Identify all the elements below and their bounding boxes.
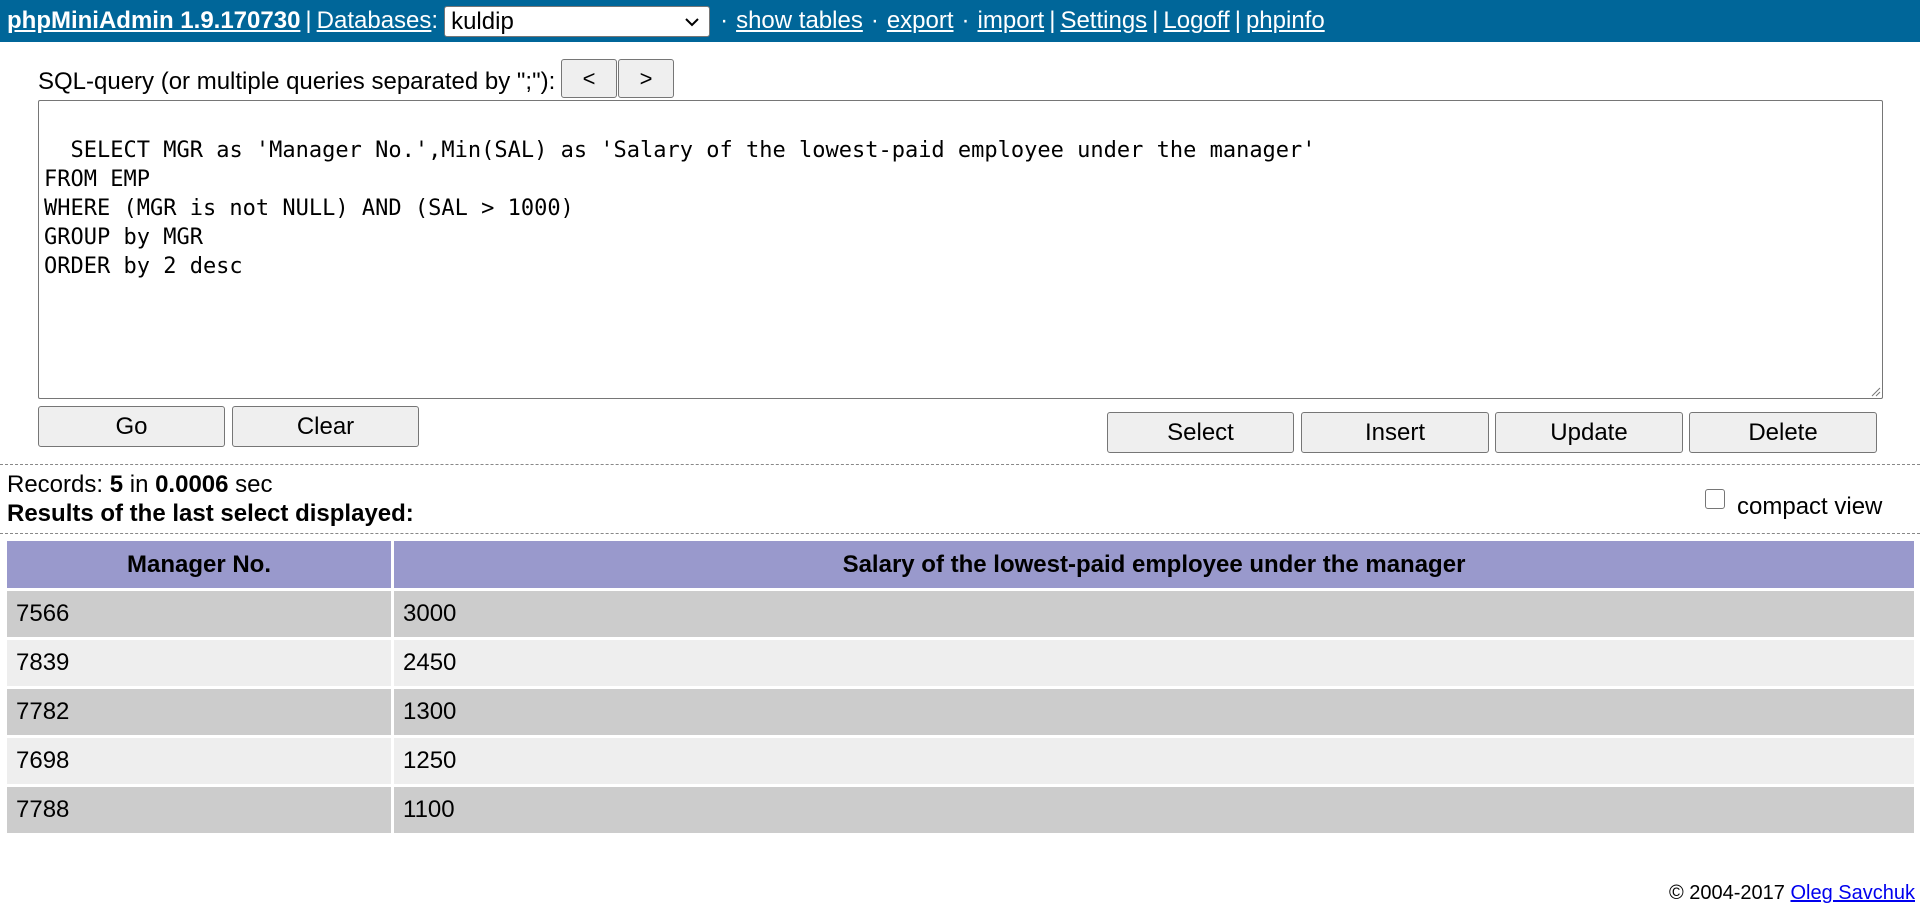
compact-view-toggle[interactable]: compact view	[1705, 477, 1882, 521]
top-nav-bar: phpMiniAdmin 1.9.170730 | Databases : ku…	[0, 0, 1920, 42]
cell-salary: 1250	[394, 735, 1914, 784]
records-count: 5	[109, 471, 124, 498]
sql-query-textarea[interactable]: SELECT MGR as 'Manager No.',Min(SAL) as …	[38, 100, 1883, 399]
cell-manager-no: 7698	[7, 735, 394, 784]
app-title-link[interactable]: phpMiniAdmin 1.9.170730	[7, 7, 300, 35]
copyright-text: © 2004-2017	[1668, 882, 1791, 904]
cell-manager-no: 7788	[7, 784, 394, 833]
separator: |	[1234, 7, 1241, 34]
query-time: 0.0006	[155, 471, 229, 498]
divider	[0, 533, 1920, 534]
results-title: Results of the last select displayed:	[7, 500, 414, 527]
insert-button[interactable]: Insert	[1301, 412, 1489, 453]
compact-view-label: compact view	[1737, 493, 1883, 520]
column-header-salary[interactable]: Salary of the lowest-paid employee under…	[394, 541, 1914, 588]
table-row: 7566 3000	[7, 588, 1914, 637]
author-link[interactable]: Oleg Savchuk	[1790, 882, 1915, 904]
databases-link[interactable]: Databases	[317, 7, 432, 35]
previous-query-button[interactable]: <	[561, 59, 617, 98]
chevron-down-icon	[685, 17, 699, 26]
separator-dot: ·	[870, 7, 879, 34]
cell-manager-no: 7839	[7, 637, 394, 686]
records-label: Records:	[7, 471, 110, 498]
separator-dot: ·	[961, 7, 970, 34]
cell-salary: 1300	[394, 686, 1914, 735]
cell-salary: 2450	[394, 637, 1914, 686]
table-row: 7839 2450	[7, 637, 1914, 686]
table-row: 7698 1250	[7, 735, 1914, 784]
separator-dot: ·	[720, 7, 729, 34]
table-row: 7782 1300	[7, 686, 1914, 735]
go-button[interactable]: Go	[38, 406, 225, 447]
table-row: 7788 1100	[7, 784, 1914, 833]
footer: © 2004-2017 Oleg Savchuk	[1669, 882, 1915, 905]
colon: :	[431, 7, 439, 34]
database-select-value: kuldip	[451, 7, 514, 35]
show-tables-link[interactable]: show tables	[736, 7, 863, 35]
cell-manager-no: 7566	[7, 588, 394, 637]
update-button[interactable]: Update	[1495, 412, 1683, 453]
select-button[interactable]: Select	[1107, 412, 1294, 453]
separator: |	[305, 7, 312, 34]
next-query-button[interactable]: >	[618, 59, 674, 98]
column-header-manager-no[interactable]: Manager No.	[7, 541, 394, 588]
resize-grip-icon[interactable]	[1869, 385, 1881, 397]
database-select[interactable]: kuldip	[444, 5, 711, 37]
cell-salary: 3000	[394, 588, 1914, 637]
phpinfo-link[interactable]: phpinfo	[1246, 7, 1325, 35]
logoff-link[interactable]: Logoff	[1163, 7, 1229, 35]
table-header-row: Manager No. Salary of the lowest-paid em…	[7, 541, 1914, 588]
export-link[interactable]: export	[887, 7, 954, 35]
clear-button[interactable]: Clear	[232, 406, 419, 447]
delete-button[interactable]: Delete	[1689, 412, 1877, 453]
results-table: Manager No. Salary of the lowest-paid em…	[7, 541, 1914, 833]
cell-salary: 1100	[394, 784, 1914, 833]
separator: |	[1049, 7, 1056, 34]
sql-query-label: SQL-query (or multiple queries separated…	[38, 68, 556, 95]
sec-label: sec	[228, 471, 273, 498]
compact-view-checkbox[interactable]	[1705, 489, 1725, 509]
in-label: in	[123, 471, 156, 498]
settings-link[interactable]: Settings	[1060, 7, 1147, 35]
cell-manager-no: 7782	[7, 686, 394, 735]
separator: |	[1152, 7, 1159, 34]
sql-query-text: SELECT MGR as 'Manager No.',Min(SAL) as …	[44, 138, 1316, 279]
import-link[interactable]: import	[978, 7, 1045, 35]
divider	[0, 464, 1920, 465]
records-summary: Records: 5 in 0.0006 sec	[7, 471, 273, 499]
